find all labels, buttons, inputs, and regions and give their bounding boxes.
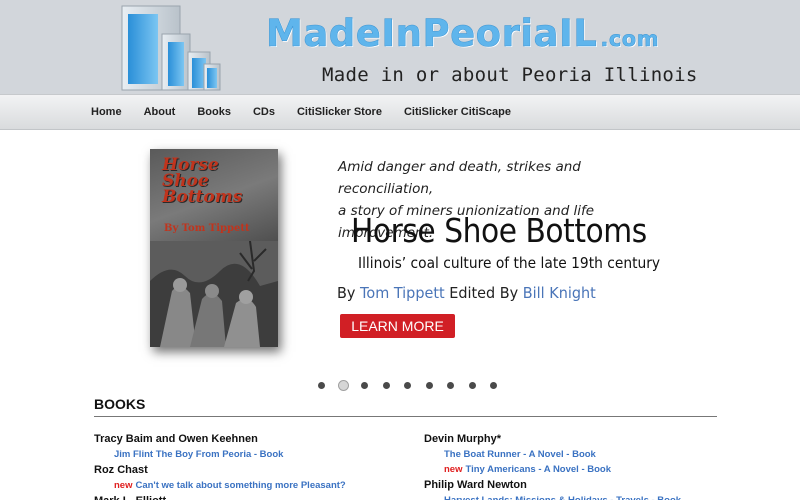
book-title-text: Can't we talk about something more Pleas… [135, 480, 346, 491]
site-suffix: .com [600, 27, 660, 52]
logo-icon[interactable] [116, 4, 226, 92]
new-badge: new [114, 480, 133, 491]
slider-dot[interactable] [337, 380, 349, 391]
slider-dot[interactable] [382, 382, 390, 389]
site-header: MadeInPeoriaIL .com Made in or about Peor… [0, 0, 800, 94]
main-nav: Home About Books CDs CitiSlicker Store C… [0, 94, 800, 130]
book-title-text: Jim Flint The Boy From Peoria - Book [114, 449, 284, 460]
nav-item-cds[interactable]: CDs [242, 106, 286, 118]
cover-author: By Tom Tippett [164, 223, 250, 234]
book-author: Mark L. Elliott [94, 494, 414, 500]
book-title-link[interactable]: Harvest Lands: Missions & Holidays - Tra… [424, 494, 744, 500]
slider-dot[interactable] [425, 382, 433, 389]
by-label: By [337, 284, 356, 302]
book-title-text: The Boat Runner - A Novel - Book [444, 449, 596, 460]
cover-title: Horse Shoe Bottoms [162, 155, 243, 207]
cover-illustration [150, 241, 278, 347]
slide-subtitle: Illinois’ coal culture of the late 19th … [358, 254, 661, 272]
book-title-text: Tiny Americans - A Novel - Book [465, 464, 612, 475]
site-tagline: Made in or about Peoria Illinois [322, 64, 698, 86]
book-title-link[interactable]: The Boat Runner - A Novel - Book [424, 448, 744, 463]
book-title-text: Harvest Lands: Missions & Holidays - Tra… [444, 495, 681, 500]
book-author: Tracy Baim and Owen Keehnen [94, 433, 258, 445]
section-divider [94, 416, 717, 417]
books-column-right: Devin Murphy* The Boat Runner - A Novel -… [424, 432, 744, 500]
nav-item-citislicker-store[interactable]: CitiSlicker Store [286, 106, 393, 118]
nav-item-home[interactable]: Home [80, 106, 133, 118]
editor-link[interactable]: Bill Knight [523, 284, 596, 302]
nav-item-citislicker-citiscape[interactable]: CitiSlicker CitiScape [393, 106, 522, 118]
book-title-link[interactable]: new Can't we talk about something more Pl… [94, 479, 414, 494]
slide-title: Horse Shoe Bottoms [351, 211, 647, 250]
slider-dot[interactable] [447, 382, 454, 389]
slider-pagination [0, 378, 800, 394]
slider-dot[interactable] [361, 382, 368, 389]
slider-dot[interactable] [468, 382, 476, 389]
slider-dot[interactable] [490, 382, 497, 389]
slider-dot[interactable] [404, 382, 411, 389]
book-author: Roz Chast [94, 464, 148, 476]
book-title-link[interactable]: new Tiny Americans - A Novel - Book [424, 463, 744, 478]
author-link[interactable]: Tom Tippett [360, 284, 445, 302]
site-name[interactable]: MadeInPeoriaIL .com [266, 12, 660, 56]
book-title-link[interactable]: Jim Flint The Boy From Peoria - Book [94, 448, 414, 463]
slider-dot[interactable] [318, 382, 325, 389]
edited-label: Edited By [449, 284, 519, 302]
new-badge: new [444, 464, 463, 475]
nav-item-about[interactable]: About [133, 106, 187, 118]
featured-slider: Horse Shoe Bottoms By Tom Tippett Amid d… [0, 131, 800, 376]
books-column-left: Tracy Baim and Owen Keehnen Jim Flint The… [94, 432, 414, 500]
slide-tagline-line-1: Amid danger and death, strikes and recon… [338, 159, 581, 197]
book-author: Devin Murphy* [424, 433, 502, 445]
learn-more-button[interactable]: LEARN MORE [340, 314, 455, 338]
nav-item-books[interactable]: Books [186, 106, 242, 118]
book-author: Philip Ward Newton [424, 479, 527, 491]
slide-byline: By Tom Tippett Edited By Bill Knight [337, 284, 596, 302]
book-cover-image[interactable]: Horse Shoe Bottoms By Tom Tippett [150, 149, 278, 347]
site-name-text: MadeInPeoriaIL [266, 12, 598, 56]
books-heading: BOOKS [94, 396, 146, 412]
